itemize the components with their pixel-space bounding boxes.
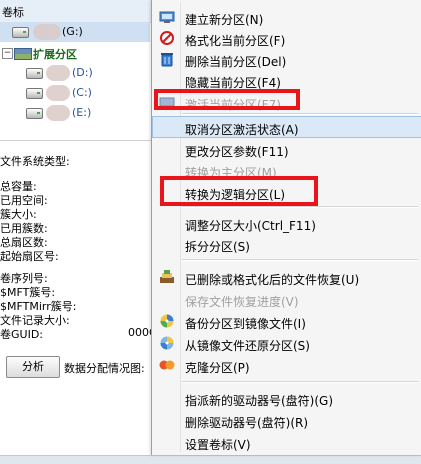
menu-item-assign-drive[interactable]: 指派新的驱动器号(盘符)(G) — [152, 387, 421, 409]
left-panel: 卷标 (G:) − 扩展分区 (D:) (C:) (E:) 文件系统类型: 总容… — [0, 0, 160, 463]
menu-item-label: 已删除或格式化后的文件恢复(U) — [185, 273, 360, 287]
menu-item-label: 更改分区参数(F11) — [185, 145, 289, 159]
context-menu: 建立新分区(N) 格式化当前分区(F) 删除当前分区(Del) 隐藏当前分区(F… — [151, 0, 421, 455]
clone-icon — [159, 360, 175, 370]
menu-item-restore-image[interactable]: 从镜像文件还原分区(S) — [152, 332, 421, 354]
menu-item-label: 从镜像文件还原分区(S) — [185, 339, 310, 353]
tree-item-e-label: (E:) — [72, 106, 92, 119]
menu-item-recover-files[interactable]: 已删除或格式化后的文件恢复(U) — [152, 266, 421, 288]
menu-item-label: 备份分区到镜像文件(I) — [185, 317, 306, 331]
distribution-map-label: 数据分配情况图: — [64, 362, 145, 375]
annotation-box — [160, 176, 318, 206]
menu-item-save-progress: 保存文件恢复进度(V) — [152, 288, 421, 310]
menu-item-label: 删除驱动器号(盘符)(R) — [185, 416, 309, 430]
panel-divider — [0, 140, 160, 141]
disk-icon — [26, 68, 43, 79]
blurred-name — [46, 105, 70, 121]
menu-item-label: 指派新的驱动器号(盘符)(G) — [185, 394, 334, 408]
partition-icon — [14, 48, 32, 60]
tree-item-g[interactable]: (G:) — [0, 22, 150, 42]
menu-item-label: 取消分区激活状态(A) — [185, 123, 299, 137]
menu-item-label: 保存文件恢复进度(V) — [185, 295, 299, 309]
menu-item-label: 调整分区大小(Ctrl_F11) — [185, 219, 316, 233]
menu-item-label: 拆分分区(S) — [185, 240, 250, 254]
disk-icon — [26, 108, 43, 119]
menu-item-hide[interactable]: 隐藏当前分区(F4) — [152, 69, 421, 91]
menu-separator — [182, 206, 418, 208]
collapse-icon[interactable]: − — [2, 48, 13, 59]
disk-icon — [12, 27, 29, 38]
menu-item-label: 建立新分区(N) — [185, 13, 264, 27]
trash-icon — [161, 53, 173, 67]
tree-item-e[interactable]: (E:) — [0, 103, 150, 123]
recover-icon — [160, 270, 174, 283]
menu-item-label: 克隆分区(P) — [185, 361, 250, 375]
fs-type-label: 文件系统类型: — [0, 155, 70, 168]
tree-item-c-label: (C:) — [72, 86, 92, 99]
menu-separator — [182, 381, 418, 383]
tree-item-d-label: (D:) — [72, 66, 93, 79]
menu-item-clone[interactable]: 克隆分区(P) — [152, 354, 421, 376]
tree-item-c[interactable]: (C:) — [0, 83, 150, 103]
blurred-name — [46, 85, 70, 101]
menu-item-backup-image[interactable]: 备份分区到镜像文件(I) — [152, 310, 421, 332]
menu-item-split[interactable]: 拆分分区(S) — [152, 233, 421, 255]
menu-item-new-partition[interactable]: 建立新分区(N) — [152, 6, 421, 28]
blurred-name — [46, 65, 70, 81]
analyze-button[interactable]: 分析 — [6, 356, 60, 378]
tree-item-extended-label: 扩展分区 — [33, 48, 77, 61]
menu-separator — [182, 113, 418, 115]
menu-item-resize[interactable]: 调整分区大小(Ctrl_F11) — [152, 212, 421, 234]
tree-item-d[interactable]: (D:) — [0, 63, 150, 83]
menu-item-deactivate[interactable]: 取消分区激活状态(A) — [152, 116, 421, 138]
menu-item-remove-drive[interactable]: 删除驱动器号(盘符)(R) — [152, 409, 421, 431]
volume-label-header-text: 卷标 — [2, 6, 24, 19]
menu-item-change-params[interactable]: 更改分区参数(F11) — [152, 138, 421, 160]
annotation-box — [154, 89, 300, 110]
menu-item-set-label[interactable]: 设置卷标(V) — [152, 431, 421, 453]
blurred-name — [33, 24, 61, 40]
menu-item-label: 格式化当前分区(F) — [185, 34, 286, 48]
disk-icon — [26, 88, 43, 99]
menu-item-label: 删除当前分区(Del) — [185, 55, 287, 69]
menu-item-format[interactable]: 格式化当前分区(F) — [152, 27, 421, 49]
menu-item-delete[interactable]: 删除当前分区(Del) — [152, 48, 421, 70]
stat-start-sector: 起始扇区号: — [0, 250, 59, 263]
backup-icon — [160, 314, 174, 328]
menu-item-label: 设置卷标(V) — [185, 438, 251, 452]
restore-icon — [160, 336, 174, 350]
volume-label-header: 卷标 — [0, 0, 160, 23]
detail-volume-guid: 卷GUID: — [0, 328, 43, 341]
menu-separator — [182, 259, 418, 261]
new-partition-icon — [159, 11, 175, 23]
format-icon — [160, 31, 174, 45]
tree-item-extended[interactable]: − 扩展分区 — [0, 43, 150, 63]
tree-item-g-label: (G:) — [62, 25, 83, 38]
